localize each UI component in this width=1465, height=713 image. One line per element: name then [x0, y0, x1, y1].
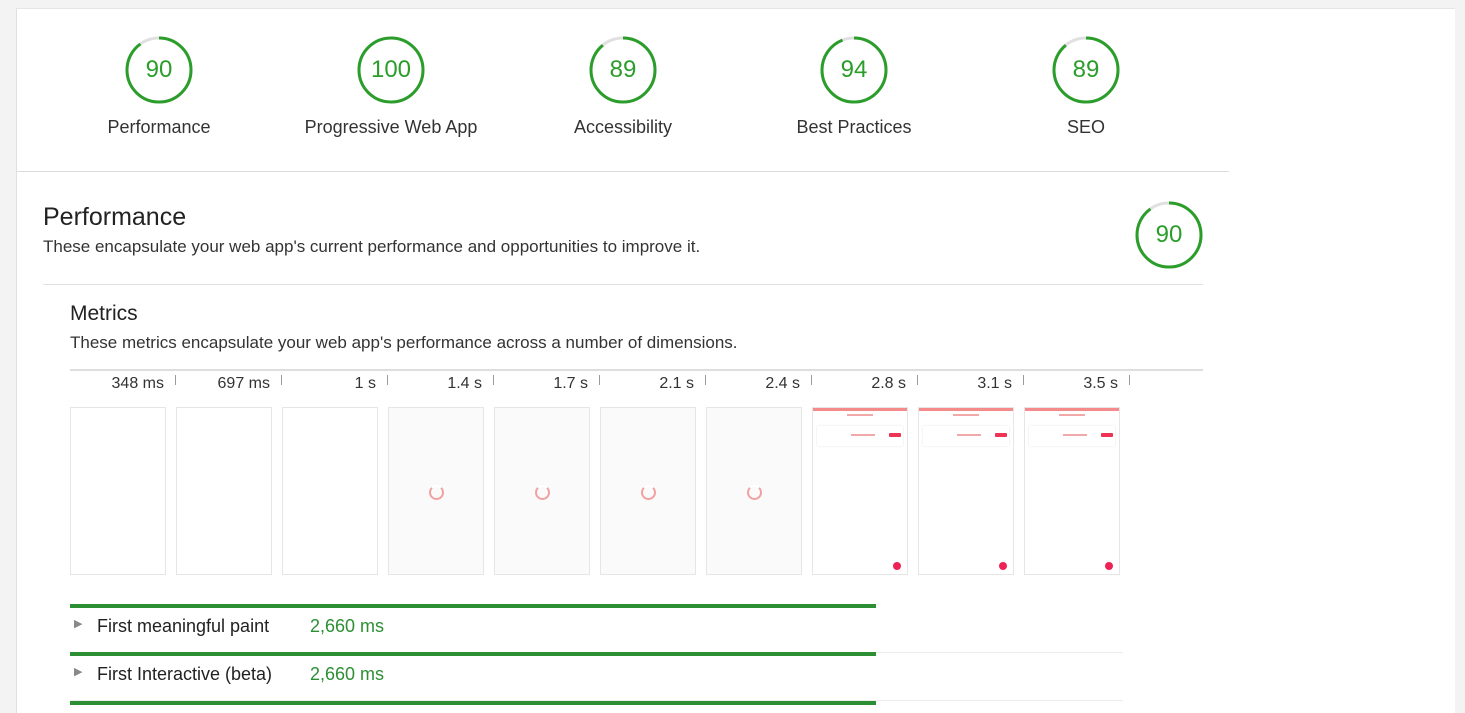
app-header-bar [919, 408, 1013, 411]
timing-tick [599, 375, 600, 385]
app-card-button [995, 433, 1007, 437]
app-card-button [889, 433, 901, 437]
frame-timing: 3.5 s [1083, 375, 1118, 392]
metric-bar [70, 701, 876, 705]
score-gauge: 89 [588, 35, 658, 105]
frame-timing: 1 s [354, 375, 376, 392]
app-card [817, 426, 903, 446]
frame-timing: 348 ms [111, 375, 164, 392]
metric-bar [70, 652, 876, 656]
app-fab-icon [999, 562, 1007, 570]
timing-tick [387, 375, 388, 385]
timing-tick [917, 375, 918, 385]
app-card-text [851, 434, 875, 436]
divider [43, 284, 1203, 285]
timing-tick [1023, 375, 1024, 385]
frame-timing: 1.7 s [553, 375, 588, 392]
app-title-line [1059, 414, 1085, 416]
frame-timing: 3.1 s [977, 375, 1012, 392]
category-label: Best Practices [796, 117, 912, 137]
category-accessibility[interactable]: 89 Accessibility [507, 35, 739, 138]
frame-thumbnail-loading [600, 407, 696, 575]
frame-thumbnail-loaded [812, 407, 908, 575]
metric-bar [70, 604, 876, 608]
metric-name: First meaningful paint [97, 616, 270, 636]
frame-thumbnail-blank [282, 407, 378, 575]
timing-tick [281, 375, 282, 385]
filmstrip: 348 ms 697 ms 1 s 1.4 s 1.7 s 2.1 s 2.4 … [70, 373, 1130, 583]
metrics-title: Metrics [70, 302, 138, 325]
app-title-line [847, 414, 873, 416]
timing-tick [1129, 375, 1130, 385]
report-panel: 90 Performance 100 Progressive Web App 8… [16, 8, 1455, 713]
filmstrip-divider [70, 369, 1203, 371]
category-pwa[interactable]: 100 Progressive Web App [275, 35, 507, 138]
spinner-icon [429, 485, 444, 500]
frame-timing: 697 ms [217, 375, 270, 392]
metric-value: 2,660 ms [310, 616, 385, 636]
spinner-icon [641, 485, 656, 500]
timing-tick [493, 375, 494, 385]
score-value: 89 [609, 56, 637, 83]
score-value: 94 [840, 56, 868, 83]
score-gauge: 90 [124, 35, 194, 105]
frame-thumbnail-loaded [1024, 407, 1120, 575]
section-description: These encapsulate your web app's current… [43, 237, 701, 256]
spinner-icon [535, 485, 550, 500]
app-card-text [957, 434, 981, 436]
category-label: SEO [1066, 117, 1105, 137]
metric-row-first-meaningful-paint[interactable]: ▶ First meaningful paint 2,660 ms [70, 604, 1123, 653]
metric-name: First Interactive (beta) [97, 664, 273, 684]
section-title: Performance [43, 203, 187, 231]
frame-timing: 2.8 s [871, 375, 906, 392]
frame-thumbnail-loading [706, 407, 802, 575]
expand-arrow-icon[interactable]: ▶ [74, 617, 82, 630]
frame-timing: 2.4 s [765, 375, 800, 392]
frame-thumbnail-loading [388, 407, 484, 575]
metric-value: 2,660 ms [310, 664, 385, 684]
frame-thumbnail-loaded [918, 407, 1014, 575]
timing-tick [705, 375, 706, 385]
performance-score-gauge: 90 [1134, 200, 1204, 270]
app-card [1029, 426, 1115, 446]
expand-arrow-icon[interactable]: ▶ [74, 665, 82, 678]
category-best-practices[interactable]: 94 Best Practices [738, 35, 970, 138]
category-label: Accessibility [573, 117, 673, 137]
app-fab-icon [893, 562, 901, 570]
score-value: 90 [145, 56, 173, 83]
score-value: 100 [370, 56, 412, 83]
app-header-bar [813, 408, 907, 411]
app-card-text [1063, 434, 1087, 436]
spinner-icon [747, 485, 762, 500]
app-card [923, 426, 1009, 446]
category-seo[interactable]: 89 SEO [970, 35, 1202, 138]
frame-timing: 2.1 s [659, 375, 694, 392]
frame-timing: 1.4 s [447, 375, 482, 392]
category-label: Performance [107, 117, 211, 137]
metric-row-first-interactive[interactable]: ▶ First Interactive (beta) 2,660 ms [70, 652, 1123, 701]
category-label: Progressive Web App [304, 117, 478, 137]
frame-thumbnail-loading [494, 407, 590, 575]
app-header-bar [1025, 408, 1119, 411]
timing-tick [175, 375, 176, 385]
app-card-button [1101, 433, 1113, 437]
category-scores-header: 90 Performance 100 Progressive Web App 8… [17, 9, 1229, 172]
timing-tick [811, 375, 812, 385]
app-title-line [953, 414, 979, 416]
score-gauge: 89 [1051, 35, 1121, 105]
score-gauge: 100 [356, 35, 426, 105]
score-gauge: 94 [819, 35, 889, 105]
score-value: 89 [1072, 56, 1100, 83]
metrics-description: These metrics encapsulate your web app's… [70, 333, 738, 352]
score-value: 90 [1155, 221, 1183, 248]
app-fab-icon [1105, 562, 1113, 570]
frame-thumbnail-blank [70, 407, 166, 575]
category-performance[interactable]: 90 Performance [43, 35, 275, 138]
frame-thumbnail-blank [176, 407, 272, 575]
